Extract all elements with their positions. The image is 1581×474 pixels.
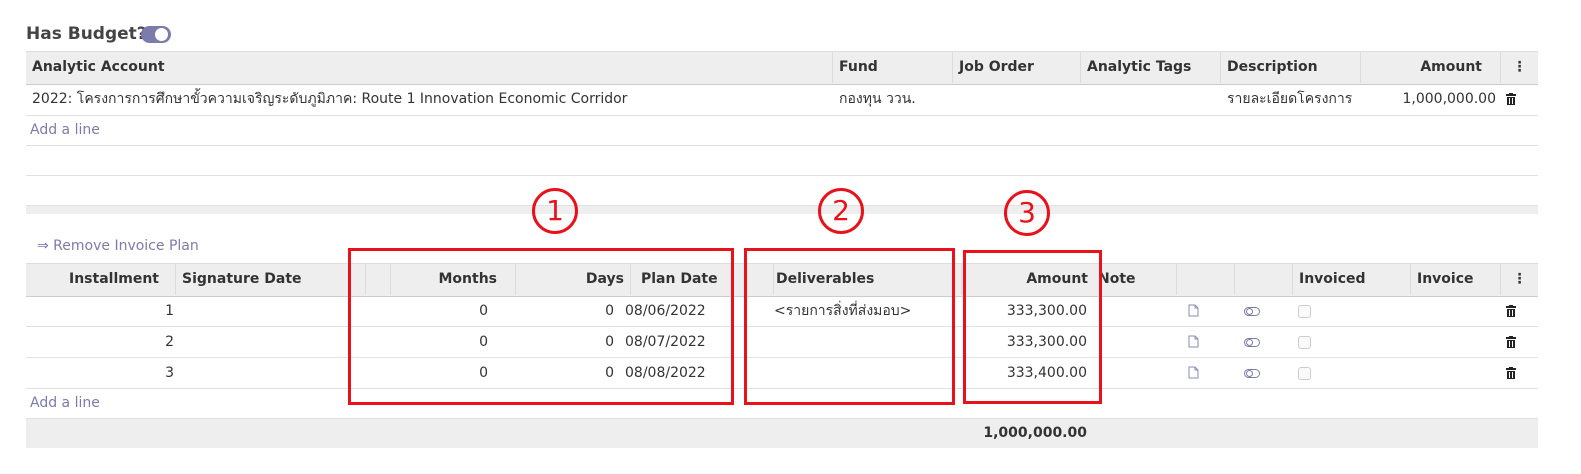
annotation-box-1 — [348, 248, 734, 405]
col-invoice[interactable]: Invoice — [1411, 264, 1501, 295]
empty-row — [26, 176, 1538, 206]
optional-columns-icon[interactable]: ⋮ — [1501, 52, 1538, 83]
total-amount: 1,000,000.00 — [983, 425, 1087, 441]
col-description[interactable]: Description — [1221, 52, 1361, 83]
trash-icon[interactable] — [1506, 367, 1516, 379]
separator — [26, 206, 1538, 214]
trash-icon[interactable] — [1506, 305, 1516, 317]
annotation-circle-3: 3 — [1004, 190, 1050, 236]
add-line-row: Add a line — [26, 116, 1538, 146]
table-row[interactable]: 2022: โครงการการศึกษาขั้วความเจริญระดับภ… — [26, 84, 1538, 116]
installment-cell[interactable]: 1 — [26, 296, 180, 326]
empty-row — [26, 146, 1538, 176]
col-invoiced[interactable]: Invoiced — [1293, 264, 1411, 295]
col-installment[interactable]: Installment — [26, 264, 176, 295]
table-footer: 1,000,000.00 — [26, 419, 1538, 448]
file-icon[interactable] — [1188, 304, 1199, 317]
add-line-link[interactable]: Add a line — [30, 389, 100, 417]
col-fund[interactable]: Fund — [833, 52, 953, 83]
fund-cell[interactable]: กองทุน ววน. — [833, 84, 922, 115]
trash-icon[interactable] — [1506, 93, 1516, 105]
trash-icon[interactable] — [1506, 336, 1516, 348]
has-budget-label: Has Budget? — [26, 24, 147, 44]
col-analytic-tags[interactable]: Analytic Tags — [1081, 52, 1221, 83]
annotation-box-2 — [744, 248, 955, 405]
col-job-order[interactable]: Job Order — [953, 52, 1081, 83]
annotation-circle-1: 1 — [532, 188, 578, 234]
file-icon[interactable] — [1188, 335, 1199, 348]
annotation-box-3 — [963, 250, 1102, 404]
toggle-icon[interactable] — [1244, 369, 1260, 378]
toggle-icon[interactable] — [1244, 307, 1260, 316]
invoiced-checkbox[interactable] — [1298, 336, 1311, 349]
col-note[interactable]: Note — [1094, 264, 1177, 295]
toggle-knob — [155, 28, 168, 41]
invoiced-checkbox[interactable] — [1298, 305, 1311, 318]
file-icon[interactable] — [1188, 366, 1199, 379]
invoiced-checkbox[interactable] — [1298, 367, 1311, 380]
add-line-link[interactable]: Add a line — [30, 116, 100, 144]
installment-cell[interactable]: 3 — [26, 358, 180, 388]
col-attachment — [1177, 264, 1235, 295]
annotation-circle-2: 2 — [818, 188, 864, 234]
amount-cell[interactable]: 1,000,000.00 — [1361, 84, 1502, 115]
analytic-account-cell[interactable]: 2022: โครงการการศึกษาขั้วความเจริญระดับภ… — [26, 84, 633, 115]
installment-cell[interactable]: 2 — [26, 327, 180, 357]
col-analytic-account[interactable]: Analytic Account — [26, 52, 833, 83]
remove-invoice-plan-link[interactable]: ⇒ Remove Invoice Plan — [37, 238, 199, 254]
optional-columns-icon[interactable]: ⋮ — [1501, 264, 1538, 295]
description-cell[interactable]: รายละเอียดโครงการ — [1221, 84, 1358, 115]
col-amount[interactable]: Amount — [1361, 52, 1501, 83]
col-signature-date[interactable]: Signature Date — [176, 264, 366, 295]
col-toggle — [1235, 264, 1293, 295]
analytic-table-header: Analytic Account Fund Job Order Analytic… — [26, 51, 1538, 85]
toggle-icon[interactable] — [1244, 338, 1260, 347]
has-budget-toggle[interactable] — [141, 26, 171, 43]
